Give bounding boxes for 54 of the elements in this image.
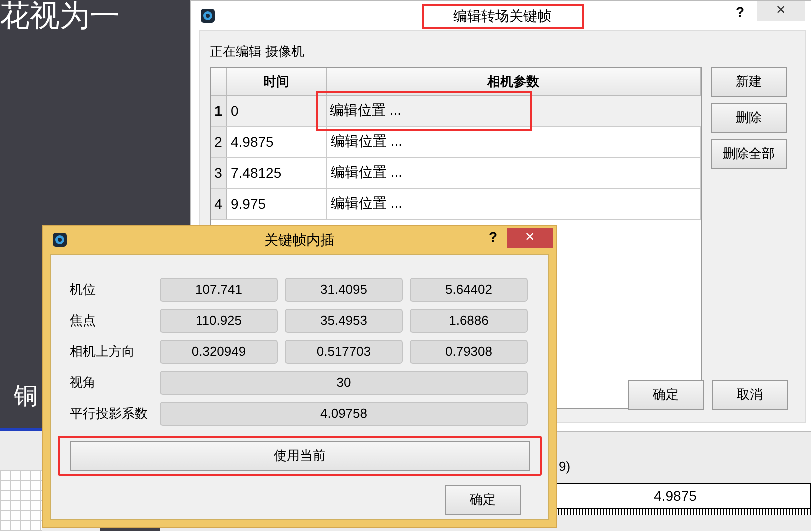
value-field[interactable]: 1.6886 <box>410 308 528 332</box>
row-number: 3 <box>211 158 227 188</box>
ok-button[interactable]: 确定 <box>628 380 704 410</box>
cancel-button[interactable]: 取消 <box>712 380 788 410</box>
action-button[interactable]: 新建 <box>711 67 787 97</box>
window-title: 编辑转场关键帧 <box>452 8 552 26</box>
help-button[interactable]: ? <box>736 4 745 20</box>
action-button[interactable]: 删除 <box>711 103 787 133</box>
field-label: 相机上方向 <box>70 342 136 360</box>
use-current-button[interactable]: 使用当前 <box>70 441 530 471</box>
timeline-value: 4.9875 <box>654 488 697 504</box>
row-number: 1 <box>211 96 227 126</box>
field-label: 机位 <box>70 280 97 298</box>
value-field[interactable]: 5.64402 <box>410 278 528 302</box>
help-button[interactable]: ? <box>489 229 498 245</box>
value-field[interactable]: 0.517703 <box>285 340 403 364</box>
value-field[interactable]: 107.741 <box>160 278 278 302</box>
table-cell: 0 <box>227 96 327 126</box>
value-field[interactable]: 30 <box>160 370 528 394</box>
value-field[interactable]: 110.925 <box>160 308 278 332</box>
value-field[interactable]: 4.09758 <box>160 402 528 426</box>
table-cell[interactable]: 编辑位置 ... <box>327 127 701 157</box>
value-field[interactable]: 0.320949 <box>160 340 278 364</box>
editing-label: 正在编辑 摄像机 <box>210 43 305 61</box>
row-number: 4 <box>211 189 227 219</box>
row-number: 2 <box>211 127 227 157</box>
action-button[interactable]: 删除全部 <box>711 139 787 169</box>
background-heading: 花视为一 <box>0 0 120 34</box>
app-logo-icon <box>53 233 67 247</box>
table-row[interactable]: 3 7.48125 编辑位置 ... <box>211 158 701 189</box>
background-text: 铜 <box>14 382 38 412</box>
table-cell[interactable]: 编辑位置 ... <box>327 158 701 188</box>
table-cell[interactable]: 编辑位置 ... <box>327 189 701 219</box>
table-cell[interactable]: 编辑位置 ... <box>317 92 531 130</box>
close-button[interactable]: × <box>757 1 805 21</box>
window-title: 关键帧内插 <box>264 232 336 250</box>
close-button[interactable]: × <box>507 228 553 248</box>
value-field[interactable]: 0.79308 <box>410 340 528 364</box>
table-cell: 4.9875 <box>227 127 327 157</box>
ok-button[interactable]: 确定 <box>445 485 521 515</box>
column-header[interactable]: 时间 <box>227 68 327 95</box>
field-label: 焦点 <box>70 312 97 330</box>
table-cell: 9.975 <box>227 189 327 219</box>
app-logo-icon <box>201 8 215 22</box>
value-field[interactable]: 31.4095 <box>285 278 403 302</box>
field-label: 视角 <box>70 374 97 392</box>
field-label: 平行投影系数 <box>70 404 149 422</box>
column-header[interactable]: 相机参数 <box>327 68 701 95</box>
table-row[interactable]: 4 9.975 编辑位置 ... <box>211 189 701 220</box>
table-cell: 7.48125 <box>227 158 327 188</box>
table-row[interactable]: 2 4.9875 编辑位置 ... <box>211 127 701 158</box>
value-field[interactable]: 35.4953 <box>285 308 403 332</box>
panel-label: 9) <box>559 459 571 474</box>
grid-canvas <box>0 470 42 531</box>
